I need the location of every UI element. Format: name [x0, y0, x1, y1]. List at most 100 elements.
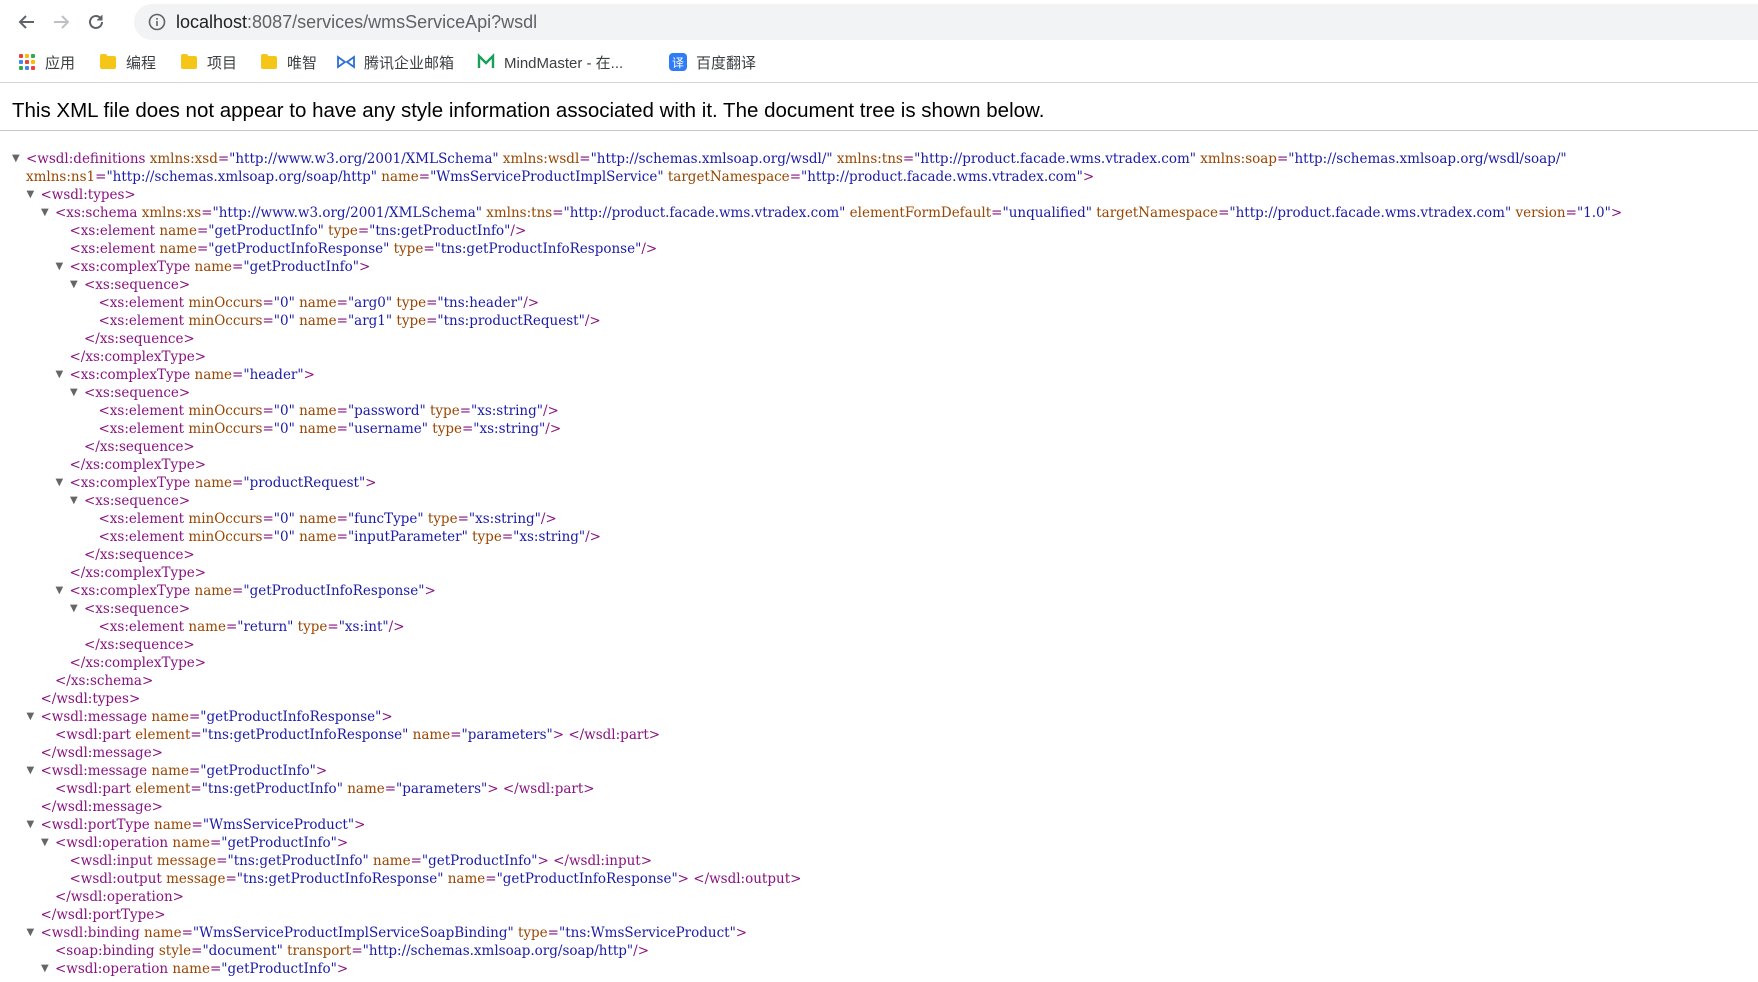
xml-attr-value: "xs:string" [473, 421, 546, 437]
xml-tag: </xs:sequence> [84, 331, 195, 347]
collapse-toggle-icon[interactable]: ▼ [27, 762, 35, 780]
xml-tag: <xs:element [69, 223, 156, 239]
arrow-right-icon [54, 15, 70, 29]
xml-punct: = [351, 943, 363, 959]
xml-punct: = [336, 313, 348, 329]
xml-tag: /> [388, 619, 405, 635]
xml-tag: </xs:complexType> [69, 457, 207, 473]
xml-tag: </xs:sequence> [84, 439, 195, 455]
xml-attr-name: name [190, 475, 233, 491]
xml-tag: <xs:element [98, 295, 185, 311]
collapse-toggle-icon[interactable]: ▼ [41, 960, 49, 978]
xml-line-content: </xs:complexType> [70, 348, 207, 366]
xml-attr-name: name [443, 871, 486, 887]
xml-line-content: xmlns:ns1="http://schemas.xmlsoap.org/so… [26, 168, 1094, 186]
bookmark-baidu-translate[interactable]: 译 百度翻译 [669, 50, 756, 74]
bookmark-folder-weizhi[interactable]: 唯智 [260, 50, 317, 74]
collapse-toggle-icon[interactable]: ▼ [56, 474, 64, 492]
collapse-toggle-icon[interactable]: ▼ [41, 204, 49, 222]
xml-line: </xs:complexType> [0, 456, 1758, 474]
xml-tag: <xs:sequence> [84, 277, 191, 293]
collapse-toggle-icon[interactable]: ▼ [70, 600, 78, 618]
address-bar[interactable]: localhost:8087/services/wmsServiceApi?ws… [134, 4, 1758, 40]
xml-line-content: <xs:complexType name="getProductInfo"> [70, 258, 371, 276]
collapse-toggle-icon[interactable]: ▼ [12, 150, 20, 168]
bookmark-label: 腾讯企业邮箱 [364, 54, 455, 72]
xml-line: </xs:complexType> [0, 348, 1758, 366]
xml-attr-name: xmlns:xs [137, 205, 202, 221]
xml-line-content: <wsdl:binding name="WmsServiceProductImp… [41, 924, 748, 942]
xml-attr-name: xmlns:ns1 [26, 169, 96, 185]
forward-button[interactable] [48, 9, 74, 35]
xml-line-content: <xs:sequence> [84, 384, 190, 402]
collapse-toggle-icon[interactable]: ▼ [70, 492, 78, 510]
xml-line: ▼ <xs:schema xmlns:xs="http://www.w3.org/… [0, 204, 1758, 222]
collapse-toggle-icon[interactable]: ▼ [70, 384, 78, 402]
xml-punct: = [188, 763, 201, 779]
collapse-toggle-icon[interactable]: ▼ [56, 366, 64, 384]
xml-tag: <soap:binding [55, 943, 155, 959]
xml-attr-name: type [513, 925, 548, 941]
xml-tag: <wsdl:operation [55, 835, 169, 851]
xml-attr-value: "password" [347, 403, 426, 419]
xml-tag: <xs:element [98, 421, 185, 437]
xml-attr-value: "getProductInfoResponse" [243, 583, 425, 599]
xml-attr-name: type [389, 241, 424, 257]
xml-line-content: <wsdl:input message="tns:getProductInfo"… [70, 852, 653, 870]
xml-line-content: </xs:complexType> [70, 456, 207, 474]
xml-punct: = [485, 871, 497, 887]
xml-punct: = [232, 475, 244, 491]
bookmark-folder-programming[interactable]: 编程 [99, 50, 156, 74]
xml-tag: <wsdl:message [40, 709, 148, 725]
reload-button[interactable] [83, 9, 109, 35]
xml-attr-value: "http://schemas.xmlsoap.org/wsdl/soap/" [1288, 151, 1567, 167]
folder-icon [180, 53, 198, 71]
xml-attr-value: "productRequest" [243, 475, 366, 491]
xml-attr-name: message [161, 871, 226, 887]
collapse-toggle-icon[interactable]: ▼ [27, 816, 35, 834]
xml-attr-value: "getProductInfo" [200, 763, 316, 779]
xml-tag: > [354, 817, 366, 833]
xml-attr-name: xmlns:xsd [145, 151, 218, 167]
collapse-toggle-icon[interactable]: ▼ [27, 924, 35, 942]
xml-line: </xs:complexType> [0, 654, 1758, 672]
xml-line-content: <xs:element minOccurs="0" name="arg0" ty… [99, 294, 540, 312]
xml-tag: <wsdl:types> [40, 187, 136, 203]
xml-punct: = [552, 205, 564, 221]
xml-tag: </wsdl:message> [40, 799, 164, 815]
xml-punct: = [410, 853, 422, 869]
bookmark-label: 唯智 [287, 54, 318, 72]
url-text[interactable]: localhost:8087/services/wmsServiceApi?ws… [176, 12, 537, 33]
xml-attr-name: type [467, 529, 502, 545]
xml-line: ▼ <xs:complexType name="getProductInfoRes… [0, 582, 1758, 600]
xml-line: </wsdl:types> [0, 690, 1758, 708]
xml-tag: <xs:complexType [69, 583, 191, 599]
xml-attr-value: "http://schemas.xmlsoap.org/soap/http" [106, 169, 377, 185]
xml-tag: /> [633, 943, 650, 959]
xml-attr-name: name [294, 313, 337, 329]
xml-punct: = [95, 169, 107, 185]
bookmark-apps[interactable]: 应用 [18, 50, 75, 74]
collapse-toggle-icon[interactable]: ▼ [70, 276, 78, 294]
info-icon[interactable] [148, 13, 166, 36]
collapse-toggle-icon[interactable]: ▼ [41, 834, 49, 852]
bookmark-folder-projects[interactable]: 项目 [180, 50, 237, 74]
xml-attr-name: name [408, 727, 451, 743]
bookmarks-bar: 应用 编程 项目 唯智 腾讯企业邮箱 MindMaster - 在... 译 百… [0, 42, 1758, 83]
xml-attr-name: name [168, 961, 210, 977]
bookmark-tencent-mail[interactable]: 腾讯企业邮箱 [337, 50, 454, 74]
collapse-toggle-icon[interactable]: ▼ [56, 258, 64, 276]
collapse-toggle-icon[interactable]: ▼ [27, 708, 35, 726]
xml-punct: = [547, 925, 559, 941]
collapse-toggle-icon[interactable]: ▼ [27, 186, 35, 204]
xml-line-content: <xs:sequence> [84, 600, 190, 618]
collapse-toggle-icon[interactable]: ▼ [56, 582, 64, 600]
back-button[interactable] [14, 9, 40, 35]
xml-punct: = [217, 151, 230, 167]
xml-punct: = [190, 727, 202, 743]
bookmark-mindmaster[interactable]: MindMaster - 在... [477, 50, 623, 74]
xml-tag: <wsdl:part [55, 781, 131, 797]
xml-punct: = [336, 511, 348, 527]
xml-attr-name: type [323, 223, 358, 239]
xml-punct: = [423, 241, 435, 257]
